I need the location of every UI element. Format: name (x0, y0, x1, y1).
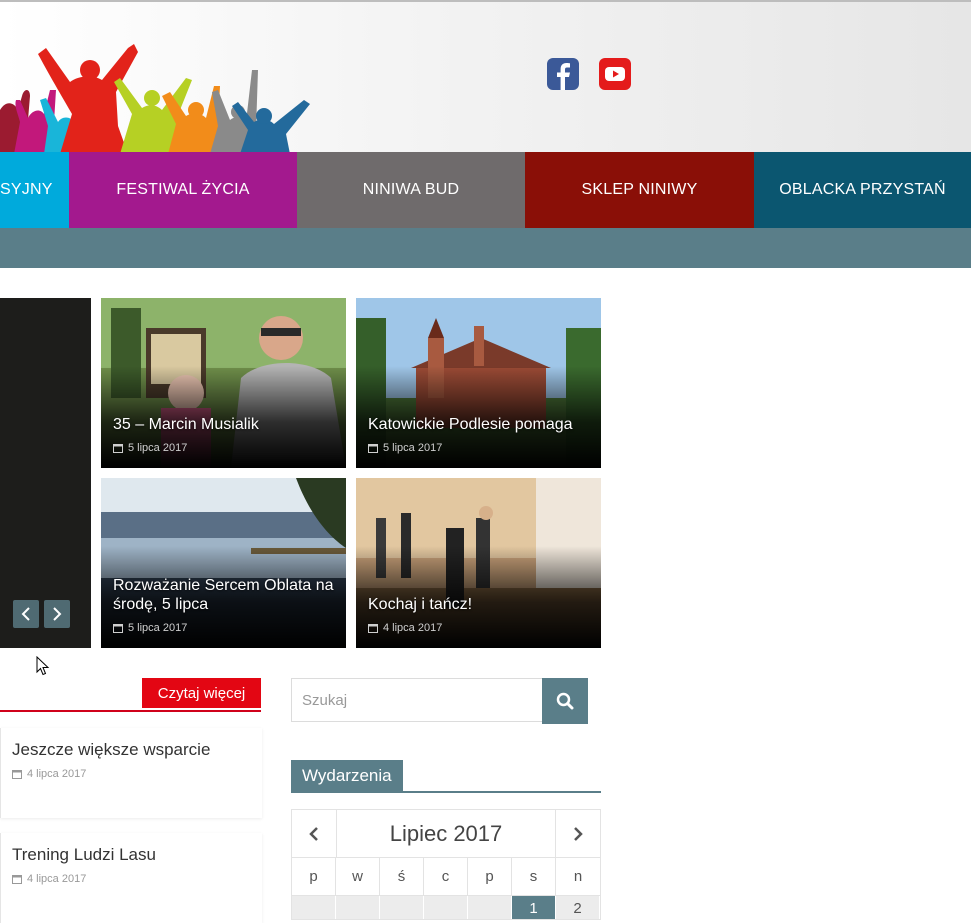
post-title[interactable]: Katowickie Podlesie pomaga (368, 415, 593, 434)
youtube-icon[interactable] (599, 58, 631, 90)
events-widget-title: Wydarzenia (291, 760, 403, 792)
nav-item-label: FESTIWAL ŻYCIA (116, 181, 250, 198)
list-item[interactable]: Jeszcze większe wsparcie 4 lipca 2017 (0, 728, 262, 818)
calendar-icon (368, 444, 378, 453)
calendar-header: Lipiec 2017 (292, 810, 600, 858)
calendar-icon (113, 444, 123, 453)
calendar-day[interactable]: 1 (512, 896, 556, 919)
nav-item-label: OBLACKA PRZYSTAŃ (779, 181, 946, 198)
nav-item-niniwa-bud[interactable]: NINIWA BUD (297, 152, 525, 228)
nav-item-label: SYJNY (0, 181, 53, 198)
featured-post-tile[interactable]: 35 – Marcin Musialik 5 lipca 2017 (101, 298, 346, 468)
post-title[interactable]: Kochaj i tańcz! (368, 595, 593, 614)
site-logo[interactable] (0, 30, 320, 152)
calendar-week-row: 1 2 (292, 896, 600, 919)
nav-item-oblacka-przystan[interactable]: OBLACKA PRZYSTAŃ (754, 152, 971, 228)
post-date-text: 5 lipca 2017 (128, 622, 188, 634)
search-button[interactable] (542, 678, 588, 724)
post-title[interactable]: Trening Ludzi Lasu (12, 845, 156, 865)
sub-navigation-bar (0, 228, 971, 268)
nav-item-sklep-niniwy[interactable]: SKLEP NINIWY (525, 152, 754, 228)
calendar-prev-button[interactable] (292, 810, 337, 857)
chevron-left-icon (21, 607, 30, 621)
nav-item-label: SKLEP NINIWY (581, 181, 698, 198)
section-divider (0, 710, 261, 712)
featured-post-tile[interactable]: Katowickie Podlesie pomaga 5 lipca 2017 (356, 298, 601, 468)
post-date: 5 lipca 2017 (368, 442, 442, 454)
weekday-label: c (424, 857, 468, 895)
chevron-left-icon (309, 826, 318, 841)
featured-post-tile[interactable]: Rozważanie Sercem Oblata na środę, 5 lip… (101, 478, 346, 648)
site-header (0, 2, 971, 152)
post-title[interactable]: Rozważanie Sercem Oblata na środę, 5 lip… (113, 576, 338, 614)
post-date-text: 4 lipca 2017 (27, 873, 87, 885)
search-icon (556, 692, 574, 710)
post-date: 4 lipca 2017 (12, 873, 86, 885)
post-title[interactable]: 35 – Marcin Musialik (113, 415, 338, 434)
post-title[interactable]: Jeszcze większe wsparcie (12, 740, 210, 760)
nav-item-festiwal-zycia[interactable]: FESTIWAL ŻYCIA (69, 152, 297, 228)
calendar-day-empty (292, 896, 336, 919)
calendar-day-empty (468, 896, 512, 919)
featured-slider (0, 298, 91, 648)
calendar-day[interactable]: 2 (556, 896, 600, 919)
facebook-icon[interactable] (547, 58, 579, 90)
weekday-label: p (468, 857, 512, 895)
chevron-right-icon (574, 826, 583, 841)
post-date: 4 lipca 2017 (12, 768, 86, 780)
mouse-cursor-icon (36, 656, 50, 676)
calendar-icon (113, 624, 123, 633)
weekday-label: w (336, 857, 380, 895)
widget-divider (291, 791, 601, 793)
post-date-text: 5 lipca 2017 (383, 442, 443, 454)
events-calendar: Lipiec 2017 p w ś c p s n 1 2 (291, 809, 601, 920)
calendar-next-button[interactable] (555, 810, 600, 857)
slider-prev-button[interactable] (13, 600, 39, 628)
calendar-month: Lipiec 2017 (389, 820, 503, 846)
nav-item-label: NINIWA BUD (362, 181, 460, 198)
calendar-icon (12, 875, 22, 884)
calendar-weekdays: p w ś c p s n (292, 857, 600, 896)
weekday-label: p (292, 857, 336, 895)
nav-item-missions[interactable]: SYJNY (0, 152, 69, 228)
calendar-icon (12, 770, 22, 779)
weekday-label: s (512, 857, 556, 895)
read-more-button[interactable]: Czytaj więcej (142, 678, 261, 708)
calendar-day-empty (380, 896, 424, 919)
post-date-text: 5 lipca 2017 (128, 442, 188, 454)
search-form (291, 678, 588, 724)
list-item[interactable]: Trening Ludzi Lasu 4 lipca 2017 (0, 833, 262, 923)
post-date-text: 4 lipca 2017 (27, 768, 87, 780)
post-date-text: 4 lipca 2017 (383, 622, 443, 634)
calendar-icon (368, 624, 378, 633)
search-input[interactable] (291, 678, 542, 722)
slider-next-button[interactable] (44, 600, 70, 628)
post-date: 5 lipca 2017 (113, 622, 187, 634)
featured-post-tile[interactable]: Kochaj i tańcz! 4 lipca 2017 (356, 478, 601, 648)
weekday-label: n (573, 867, 583, 885)
weekday-label: ś (380, 857, 424, 895)
main-navigation: SYJNY FESTIWAL ŻYCIA NINIWA BUD SKLEP NI… (0, 152, 971, 228)
chevron-right-icon (53, 607, 62, 621)
post-date: 5 lipca 2017 (113, 442, 187, 454)
calendar-day-empty (424, 896, 468, 919)
calendar-day-empty (336, 896, 380, 919)
post-date: 4 lipca 2017 (368, 622, 442, 634)
